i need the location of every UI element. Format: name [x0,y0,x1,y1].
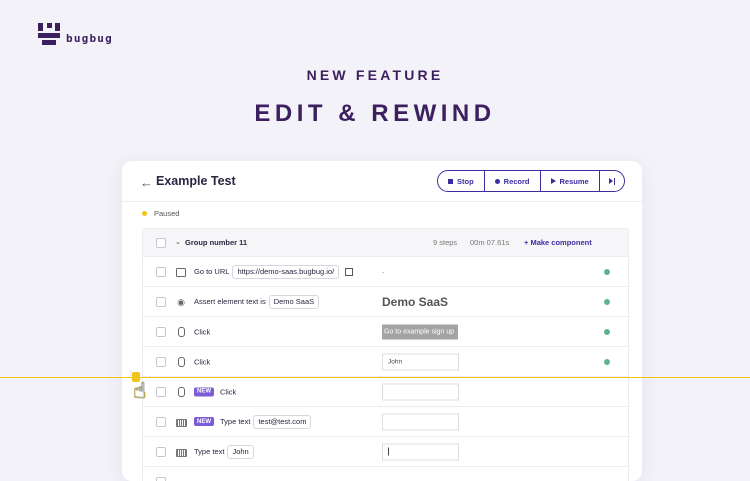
record-label: Record [504,177,530,186]
run-status: Paused [142,209,179,218]
step-checkbox[interactable] [156,387,166,397]
step-preview: John [382,353,459,370]
back-arrow-icon[interactable]: ← [140,175,153,190]
step-checkbox[interactable] [156,297,166,307]
step-param: test@test.com [253,415,311,429]
brand-name: bugbug [66,32,113,45]
header-divider [122,201,642,202]
step-row[interactable]: Go to URL https://demo-saas.bugbug.io/ - [143,257,628,287]
bugbug-logo-icon [38,23,60,45]
step-checkbox[interactable] [156,327,166,337]
step-param: Demo SaaS [269,295,319,309]
feature-kicker: NEW FEATURE [0,67,750,83]
make-component-button[interactable]: + Make component [524,238,592,247]
keyboard-icon [176,419,187,427]
new-badge: NEW [194,417,214,426]
group-checkbox[interactable] [156,238,166,248]
rewind-position-line [0,377,750,379]
record-icon [495,179,500,184]
step-action: Click [220,387,236,396]
resume-label: Resume [560,177,589,186]
step-success-dot [604,359,610,365]
step-preview [382,413,459,430]
stop-label: Stop [457,177,474,186]
step-row[interactable]: Click Go to example sign up [143,317,628,347]
test-editor-card: ← Example Test Stop Record Resume Paused… [122,161,642,481]
mouse-icon [178,387,185,397]
run-controls: Stop Record Resume [437,170,625,192]
step-checkbox[interactable] [156,417,166,427]
step-preview [382,443,459,460]
group-header: ⌄ Group number 11 9 steps 00m 07.61s + M… [143,229,628,257]
group-name: Group number 11 [185,238,247,247]
step-checkbox[interactable] [156,447,166,457]
step-checkbox[interactable] [156,267,166,277]
group-steps-count: 9 steps [433,238,457,247]
step-row[interactable]: Type text John [143,437,628,467]
step-forward-button[interactable] [600,171,625,191]
step-param: https://demo-saas.bugbug.io/ [232,265,339,279]
external-link-icon[interactable] [345,268,353,276]
pointer-hand-icon: ☝ [133,378,146,404]
step-row[interactable]: ◉ Assert element text is Demo SaaS Demo … [143,287,628,317]
record-button[interactable]: Record [485,171,541,191]
step-row[interactable] [143,467,628,481]
keyboard-icon [176,449,187,457]
step-checkbox[interactable] [156,477,166,481]
step-action: Type text [220,417,250,426]
step-action: Type text [194,447,224,456]
test-title: Example Test [156,174,236,188]
resume-button[interactable]: Resume [541,171,600,191]
bugbug-logo: bugbug [38,23,113,45]
step-preview: Go to example sign up [382,324,458,339]
step-success-dot [604,299,610,305]
steps-table: ⌄ Group number 11 9 steps 00m 07.61s + M… [142,228,629,481]
step-preview: - [382,267,385,276]
step-row[interactable]: NEW Type text test@test.com [143,407,628,437]
step-success-dot [604,329,610,335]
stop-icon [448,179,453,184]
step-action: Click [194,327,210,336]
paused-status-dot [142,211,147,216]
mouse-icon [178,357,185,367]
play-icon [551,178,556,184]
status-text: Paused [154,209,179,218]
step-success-dot [604,269,610,275]
step-action: Assert element text is [194,297,266,306]
step-param: John [227,445,253,459]
mouse-icon [178,327,185,337]
step-row[interactable]: Click John [143,347,628,377]
feature-headline: EDIT & REWIND [0,100,750,128]
browser-icon [176,268,186,277]
eye-icon: ◉ [176,297,186,307]
step-preview: Demo SaaS [382,295,448,309]
chevron-down-icon[interactable]: ⌄ [175,238,181,246]
step-forward-icon [609,178,616,185]
stop-button[interactable]: Stop [438,171,485,191]
step-checkbox[interactable] [156,357,166,367]
new-badge: NEW [194,387,214,396]
step-row[interactable]: NEW Click [143,377,628,407]
text-cursor [388,447,389,455]
step-action: Go to URL [194,267,229,276]
step-action: Click [194,357,210,366]
step-preview [382,383,459,400]
group-duration: 00m 07.61s [470,238,509,247]
